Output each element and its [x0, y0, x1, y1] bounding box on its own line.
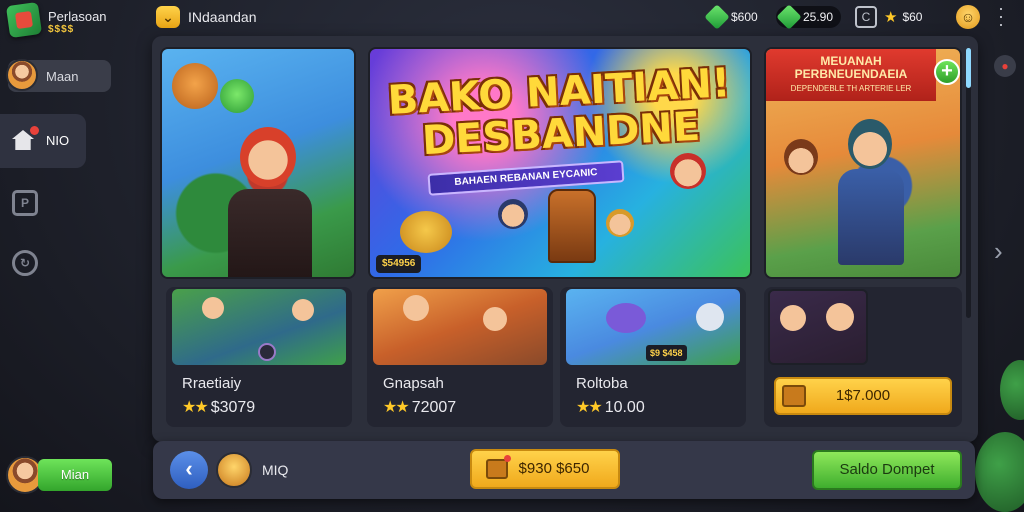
game-rating-value: $3079 [210, 399, 256, 416]
star-rating-icon: ★★ [576, 399, 603, 416]
currency-stars[interactable]: ★ $60 [884, 6, 922, 28]
scrollbar-thumb[interactable] [966, 48, 971, 88]
character-art [202, 297, 224, 319]
smiley-icon[interactable]: ☺ [956, 5, 980, 29]
game-thumbnail [768, 289, 868, 365]
banner-title: BAKO NAITIAN! DESBANDNE [386, 60, 732, 165]
notification-dot [504, 455, 511, 462]
nav-title[interactable]: INdaandan [188, 9, 257, 25]
featured-game-card-1[interactable] [160, 47, 356, 279]
creature-character [400, 211, 452, 253]
promo-ribbon: MEUANAH PERBNEUENDAEIA DEPENDEBLE TH ART… [766, 49, 936, 101]
character-art [826, 303, 854, 331]
gem-icon [704, 4, 730, 30]
game-name: Rraetiaiy [182, 375, 242, 392]
coin-balance-button[interactable]: $930 $650 [470, 449, 620, 489]
game-rating-value: 72007 [411, 399, 457, 416]
avatar [6, 59, 38, 91]
star-rating-icon: ★★ [182, 399, 209, 416]
app-logo-icon[interactable] [5, 1, 43, 39]
game-name: Roltoba [576, 375, 628, 392]
creature-character [220, 79, 254, 113]
app-title: Perlasoan [48, 9, 107, 24]
coin-balance-value: $930 $650 [518, 460, 590, 477]
currency-gems[interactable]: $600 [704, 4, 758, 30]
featured-game-card-3[interactable]: MEUANAH PERBNEUENDAEIA DEPENDEBLE TH ART… [764, 47, 962, 279]
star-icon: ★ [884, 9, 898, 26]
hero-character [240, 127, 296, 187]
chest-icon [548, 189, 596, 263]
crossed-swords-icon [258, 343, 276, 361]
buy-button[interactable]: 1$7.000 [774, 377, 952, 415]
character-art [780, 305, 806, 331]
game-card-3[interactable]: $9 $458 Roltoba ★★ 10.00 [560, 287, 746, 427]
game-rating-value: 10.00 [604, 399, 645, 416]
profile-avatar[interactable] [216, 452, 252, 488]
cowboy-body [838, 169, 904, 265]
chest-icon [782, 385, 806, 407]
bush-decoration [975, 432, 1024, 512]
game-thumbnail [172, 289, 346, 365]
thumbnail-badge: $9 $458 [646, 345, 687, 361]
sidebar-item-home[interactable]: NIO [0, 114, 86, 168]
game-rating: ★★ $3079 [182, 397, 255, 417]
wallet-balance-button[interactable]: Saldo Dompet [812, 450, 962, 490]
promo-title: MEUANAH PERBNEUENDAEIA [794, 54, 908, 81]
game-name: Gnapsah [383, 375, 444, 392]
kid-character [606, 209, 634, 237]
kid-character [498, 199, 528, 229]
character-art [403, 295, 429, 321]
sidebar-user[interactable]: Maan [6, 59, 111, 92]
refresh-icon[interactable]: ↻ [12, 250, 38, 276]
flag-icon[interactable]: P [12, 190, 38, 216]
app-subtitle: $$$$ [48, 24, 75, 35]
bush-decoration [1000, 360, 1024, 420]
character-art [696, 303, 724, 331]
more-vertical-icon[interactable]: · · · [998, 0, 1004, 33]
chevron-right-icon[interactable]: › [994, 236, 1003, 267]
featured-banner[interactable]: BAKO NAITIAN! DESBANDNE BAHAEN REBANAN E… [368, 47, 752, 279]
creature-art [606, 303, 646, 333]
game-thumbnail [373, 289, 547, 365]
plus-icon[interactable]: + [934, 59, 960, 85]
bottom-bar-label: MIQ [262, 462, 289, 478]
sidebar-item-label: NIO [46, 133, 70, 148]
coupon-button[interactable]: C [855, 6, 877, 28]
catalog-scrollbar[interactable] [966, 48, 971, 318]
sidebar-bottom-button[interactable]: Mian [38, 459, 112, 491]
currency-cash[interactable]: 25.90 [776, 4, 842, 30]
promo-subtitle: DEPENDEBLE TH ARTERIE LER [790, 84, 912, 93]
chevron-left-icon[interactable]: ‹ [170, 451, 208, 489]
cash-icon [776, 4, 802, 30]
hero-body [228, 189, 312, 277]
character-art [483, 307, 507, 331]
star-rating-icon: ★★ [383, 399, 410, 416]
kid-character [670, 153, 706, 189]
chest-icon [486, 459, 508, 479]
game-card-1[interactable]: Rraetiaiy ★★ $3079 [166, 287, 352, 427]
notification-dot [30, 126, 39, 135]
kid-character [784, 139, 818, 175]
sidebar-user-name: Maan [46, 69, 79, 84]
game-rating: ★★ 10.00 [576, 397, 645, 417]
top-bar: Perlasoan $$$$ ⌄ INdaandan $600 25.90 C … [0, 0, 1024, 40]
cowboy-character [848, 119, 892, 169]
game-thumbnail: $9 $458 [566, 289, 740, 365]
currency-cash-value: 25.90 [803, 10, 834, 24]
currency-stars-value: $60 [902, 10, 923, 24]
game-card-2[interactable]: Gnapsah ★★ 72007 [367, 287, 553, 427]
banner-price-tag: $54956 [376, 255, 422, 273]
currency-gems-value: $600 [731, 10, 758, 24]
character-art [292, 299, 314, 321]
pin-icon[interactable]: ● [994, 55, 1016, 77]
creature-character [172, 63, 218, 109]
game-rating: ★★ 72007 [383, 397, 456, 417]
buy-button-price: 1$7.000 [835, 387, 891, 404]
chevron-down-icon[interactable]: ⌄ [156, 6, 180, 28]
